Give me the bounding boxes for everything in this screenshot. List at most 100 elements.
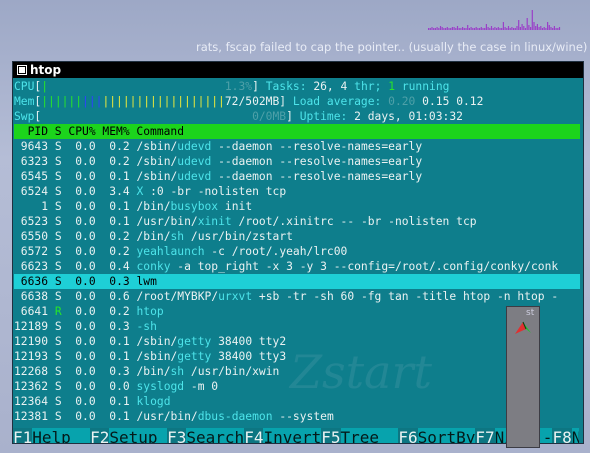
command-args: init [218, 200, 253, 213]
spark-bar [429, 28, 431, 30]
command-path: /bin/ [136, 200, 171, 213]
process-row[interactable]: 6545 S 0.0 0.1 /sbin/udevd --daemon --re… [14, 169, 580, 184]
command-binary: conky [136, 260, 171, 273]
spark-bar [490, 26, 493, 30]
command-binary: urxvt [218, 290, 253, 303]
spark-bar [516, 26, 518, 30]
process-row[interactable]: 6572 S 0.0 0.2 yeahlaunch -c /root/.yeah… [14, 244, 580, 259]
spark-bar [499, 28, 501, 30]
cpu-cell: 0.0 [75, 380, 96, 393]
process-row-selected[interactable]: 6636 S 0.0 0.3 lwm [14, 274, 580, 289]
fkey-f5[interactable]: F5Tree [321, 428, 399, 443]
fkey-f2[interactable]: F2Setup [90, 428, 168, 443]
command-binary: -sh [136, 320, 157, 333]
pid-cell: 6523 [14, 215, 49, 228]
process-row[interactable]: 6623 S 0.0 0.4 conky -a top_right -x 3 -… [14, 259, 580, 274]
process-row[interactable]: 6641 R 0.0 0.2 htop [14, 304, 580, 319]
state-cell: S [54, 395, 62, 408]
mem-cell: 0.2 [109, 140, 130, 153]
status-notice: rats, fscap failed to cap the pointer.. … [196, 40, 588, 54]
process-row[interactable]: 6523 S 0.0 0.1 /usr/bin/xinit /root/.xin… [14, 214, 580, 229]
cpu-cell: 0.0 [75, 245, 96, 258]
pid-cell: 12268 [14, 365, 49, 378]
spark-bar [451, 27, 453, 30]
mem-cell: 0.0 [109, 380, 130, 393]
spark-bar [543, 27, 545, 30]
mem-cell: 0.3 [109, 365, 130, 378]
fkey-f1[interactable]: F1Help [13, 428, 91, 443]
process-row[interactable]: 12190 S 0.0 0.1 /sbin/getty 38400 tty2 [14, 334, 580, 349]
spark-bar [433, 28, 435, 30]
pid-cell: 6550 [14, 230, 49, 243]
process-row[interactable]: 12193 S 0.0 0.1 /sbin/getty 38400 tty3 [14, 349, 580, 364]
spark-bar [439, 26, 442, 30]
command-args: -c /root/.yeah/lrc00 [204, 245, 348, 258]
spark-bar [557, 28, 559, 30]
spark-bar [550, 27, 552, 30]
spark-bar [501, 28, 503, 30]
window-menu-icon[interactable] [17, 65, 27, 75]
pid-cell: 6638 [14, 290, 49, 303]
spark-bar [482, 28, 484, 30]
spark-bar [513, 28, 515, 30]
spark-bar [507, 26, 510, 30]
process-row[interactable]: 9643 S 0.0 0.2 /sbin/udevd --daemon --re… [14, 139, 580, 154]
process-row[interactable]: 12381 S 0.0 0.1 /usr/bin/dbus-daemon --s… [14, 409, 580, 424]
fkey-f4[interactable]: F4Invert [244, 428, 322, 443]
mem-cell: 0.2 [109, 245, 130, 258]
process-row[interactable]: 12362 S 0.0 0.0 syslogd -m 0 [14, 379, 580, 394]
spark-bar [524, 28, 527, 30]
spark-bar [533, 22, 535, 30]
state-cell: S [54, 215, 62, 228]
fkey-f3[interactable]: F3Search [167, 428, 245, 443]
mem-cell: 0.1 [109, 170, 130, 183]
cpu-cell: 0.0 [75, 170, 96, 183]
pid-cell: 12364 [14, 395, 49, 408]
process-table-header[interactable]: PID S CPU% MEM% Command [14, 124, 580, 139]
spark-bar [431, 27, 433, 30]
process-row[interactable]: 12189 S 0.0 0.3 -sh [14, 319, 580, 334]
state-cell: R [54, 305, 62, 318]
mem-cell: 0.1 [109, 410, 130, 423]
command-binary: udevd [177, 140, 212, 153]
fkey-f8[interactable]: F8Nice + [552, 428, 579, 443]
command-args: 38400 tty3 [211, 350, 287, 363]
fkey-f6[interactable]: F6SortBy [398, 428, 476, 443]
process-row[interactable]: 12364 S 0.0 0.1 klogd [14, 394, 580, 409]
st-popup-window[interactable]: st [506, 306, 540, 448]
spark-bar [528, 25, 530, 30]
process-row[interactable]: 6323 S 0.0 0.2 /sbin/udevd --daemon --re… [14, 154, 580, 169]
mem-cell: 0.1 [109, 350, 130, 363]
pid-cell: 12362 [14, 380, 49, 393]
window-titlebar[interactable]: htop [13, 62, 583, 78]
state-cell: S [54, 140, 62, 153]
process-row[interactable]: 12268 S 0.0 0.3 /bin/sh /usr/bin/xwin [14, 364, 580, 379]
process-row[interactable]: 1 S 0.0 0.1 /bin/busybox init [14, 199, 580, 214]
command-binary: getty [177, 350, 212, 363]
process-row[interactable]: 6550 S 0.0 0.2 /bin/sh /usr/bin/zstart [14, 229, 580, 244]
command-path: /bin/ [136, 230, 171, 243]
pid-cell: 6572 [14, 245, 49, 258]
state-cell: S [54, 350, 62, 363]
command-binary: sh [170, 365, 185, 378]
spark-bar [436, 27, 438, 30]
spark-bar [428, 28, 430, 30]
cpu-cell: 0.0 [75, 200, 96, 213]
spark-bar [480, 27, 482, 30]
cpu-cell: 0.0 [75, 230, 96, 243]
mem-cell: 0.3 [109, 320, 130, 333]
state-cell: S [54, 200, 62, 213]
process-row[interactable]: 6524 S 0.0 3.4 X :0 -br -nolisten tcp [14, 184, 580, 199]
command-args: --daemon --resolve-names=early [211, 155, 423, 168]
process-row[interactable]: 6638 S 0.0 0.6 /root/MYBKP/urxvt +sb -tr… [14, 289, 580, 304]
htop-terminal-window[interactable]: htop CPU[| 1.3%] Tasks: 26, 4 thr; 1 run… [12, 61, 584, 444]
spark-bar [540, 26, 542, 30]
spark-bar [475, 27, 477, 30]
command-binary: udevd [177, 170, 212, 183]
command-args: --daemon --resolve-names=early [211, 170, 423, 183]
pid-cell: 6623 [14, 260, 49, 273]
spark-bar [552, 28, 554, 30]
state-cell: S [54, 410, 62, 423]
mem-meter-value: 72/502MB [224, 95, 280, 108]
command-args: +sb -tr -sh 60 -fg tan -title htop -n ht… [252, 290, 559, 303]
